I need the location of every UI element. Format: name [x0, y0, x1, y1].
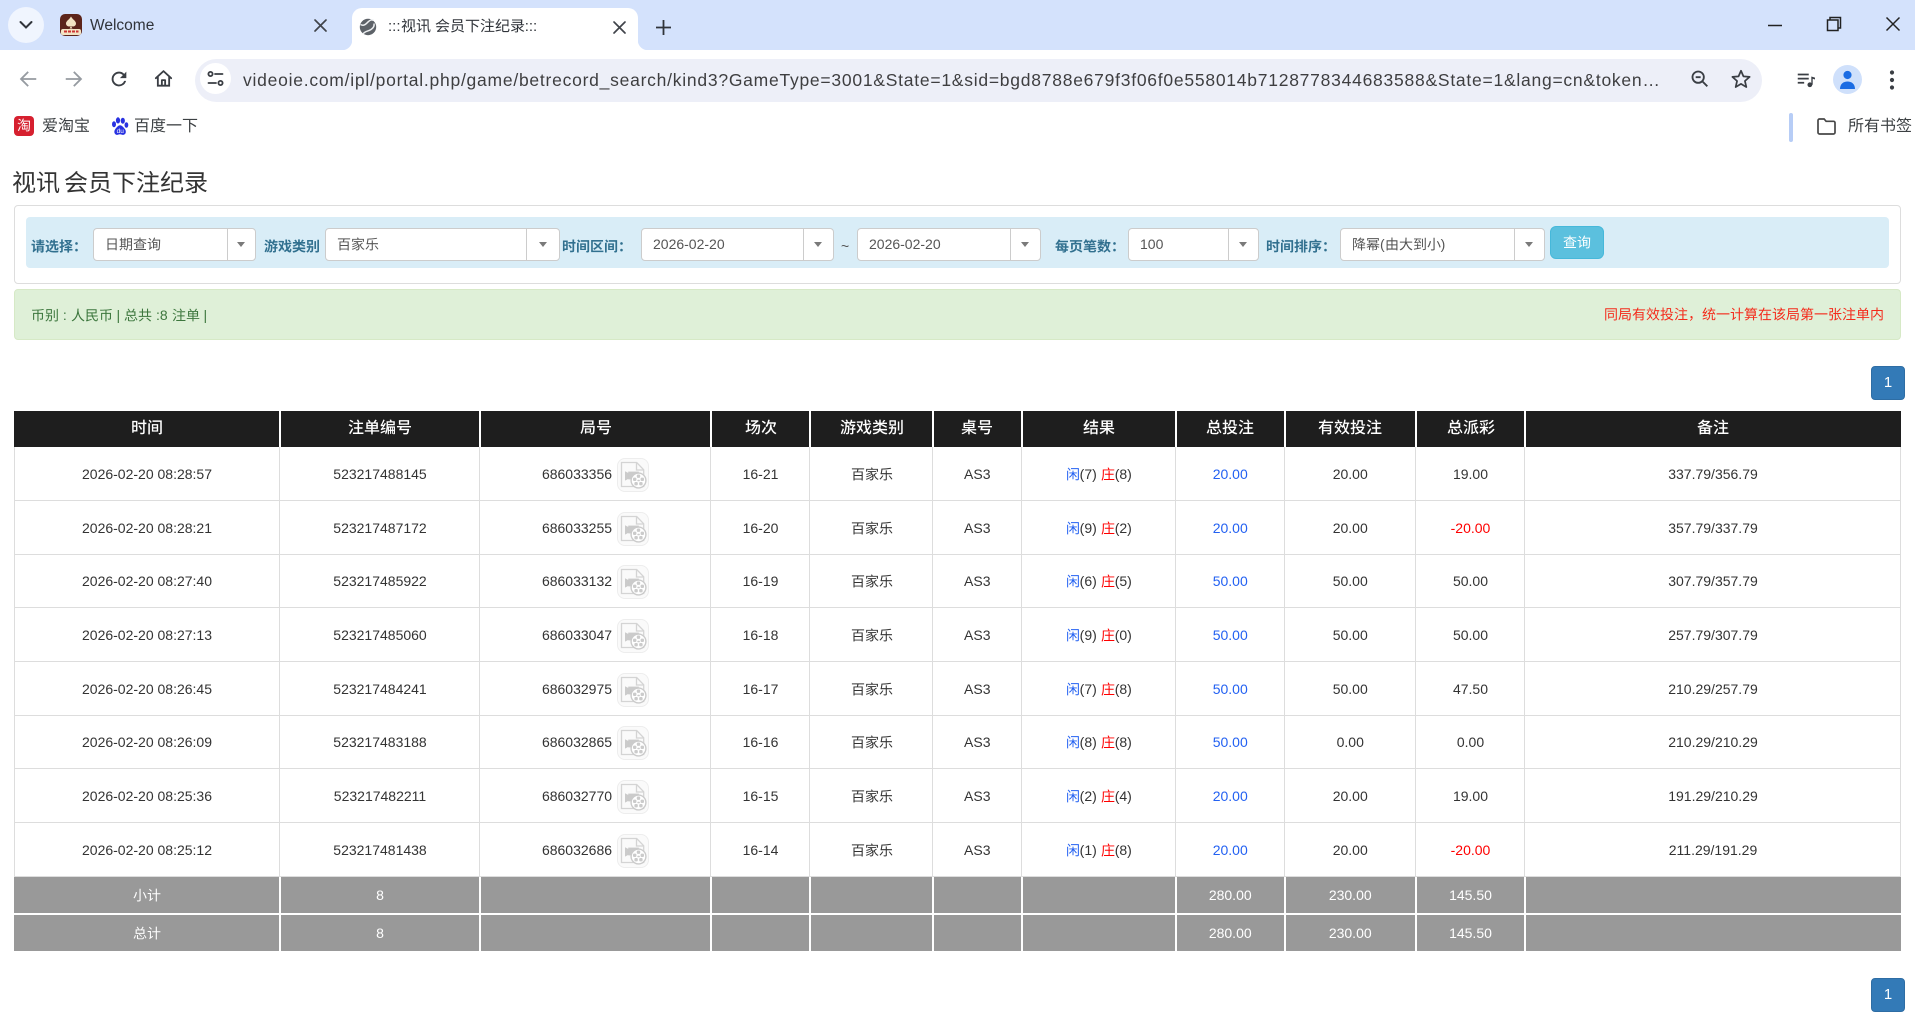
svg-text:du: du: [117, 128, 125, 135]
